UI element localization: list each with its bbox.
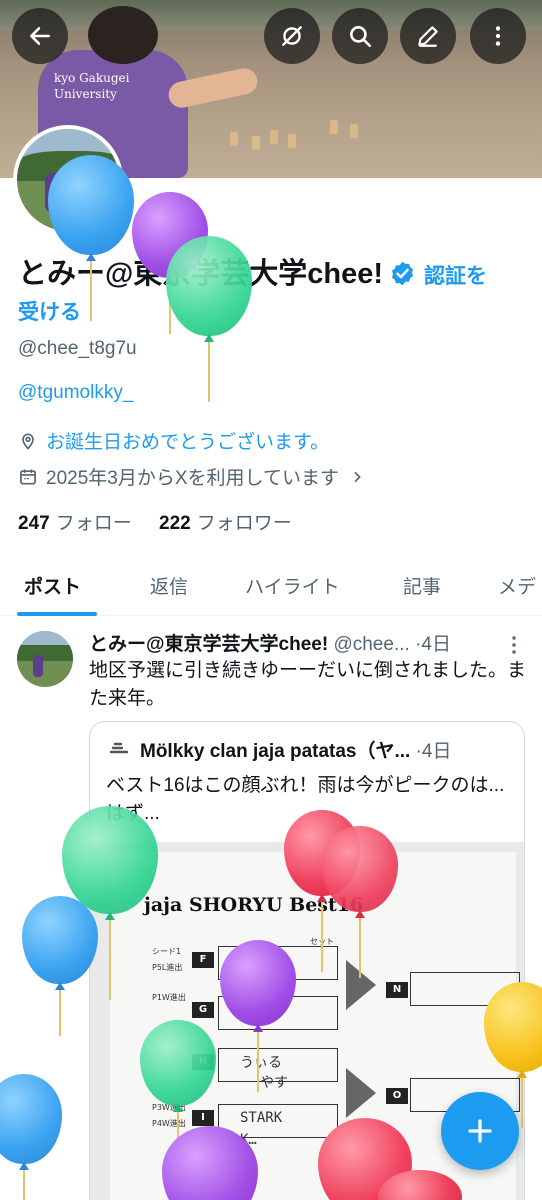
- handwritten-name: やす: [260, 1075, 288, 1091]
- post-author-avatar[interactable]: [17, 631, 73, 687]
- post-time[interactable]: ·4日: [415, 634, 451, 655]
- followers-count: 222: [159, 513, 191, 534]
- arrow-left-icon: [30, 27, 50, 45]
- quote-author-avatar[interactable]: [106, 736, 132, 762]
- joined-row[interactable]: 2025年3月からXを利用しています: [18, 463, 373, 490]
- following-label: フォロー: [55, 513, 132, 534]
- compose-post-button[interactable]: [441, 1092, 519, 1170]
- profile-name-block: とみー@東京学芸大学chee!認証を 受ける: [18, 253, 528, 331]
- banner-molkky-pin: [270, 130, 278, 144]
- search-button[interactable]: [332, 8, 388, 64]
- post-text: 地区予選に引き続きゆーーだいに倒されました。また来年。: [89, 660, 527, 709]
- followers-link[interactable]: 222 フォロワー: [159, 513, 292, 534]
- banner-molkky-pin: [252, 136, 260, 150]
- handwritten-name: うぃる: [240, 1055, 282, 1071]
- profile-handle: @chee_t8g7u: [18, 338, 137, 359]
- bio-mention-link[interactable]: @tgumolkky_: [18, 382, 133, 404]
- banner-shirt-text-1: kyo Gakugei: [54, 71, 130, 85]
- seed-label: シード1: [152, 947, 182, 956]
- edit-profile-button[interactable]: [400, 8, 456, 64]
- banner-molkky-pin: [330, 120, 338, 134]
- post-author-name[interactable]: とみー@東京学芸大学chee!: [89, 634, 328, 655]
- get-verified-link-cont[interactable]: 受ける: [18, 301, 81, 324]
- grok-button[interactable]: [264, 8, 320, 64]
- tab-articles[interactable]: 記事: [403, 572, 441, 599]
- grok-icon: [282, 26, 302, 46]
- follow-stats: 247 フォロー 222 フォロワー: [18, 508, 292, 535]
- result-tag: N: [386, 982, 408, 998]
- seed-tag: F: [192, 952, 214, 968]
- seed-tag: G: [192, 1002, 214, 1018]
- back-button[interactable]: [12, 8, 68, 64]
- banner-molkky-pin: [230, 132, 238, 146]
- calendar-icon: [20, 469, 36, 484]
- birthday-text[interactable]: お誕生日おめでとうございます。: [46, 427, 329, 454]
- search-icon: [350, 26, 372, 48]
- result-tag: O: [386, 1088, 408, 1104]
- advance-label: P4W進出: [152, 1119, 186, 1128]
- bracket-title: jaja SHORYU Best16: [144, 894, 364, 916]
- more-vertical-icon: [495, 26, 501, 46]
- get-verified-link[interactable]: 認証を: [424, 265, 487, 288]
- advance-label: P1W進出: [152, 993, 186, 1002]
- handwritten-name: STARK: [240, 1110, 283, 1126]
- tab-media[interactable]: メデ: [498, 572, 536, 599]
- following-link[interactable]: 247 フォロー: [18, 513, 132, 534]
- quote-header: Mölkky clan jaja patatas（ヤ... ·4日: [106, 736, 452, 763]
- active-tab-indicator: [17, 612, 97, 616]
- following-count: 247: [18, 513, 50, 534]
- post-more-icon[interactable]: [506, 635, 522, 655]
- verified-badge-icon: [391, 261, 414, 286]
- tab-replies[interactable]: 返信: [150, 572, 188, 599]
- banner-shirt-text-2: University: [54, 87, 117, 101]
- banner-molkky-pin: [288, 134, 296, 148]
- edit-icon: [418, 26, 438, 47]
- tab-highlights[interactable]: ハイライト: [245, 572, 340, 599]
- advance-label: P5L進出: [152, 963, 183, 972]
- joined-text: 2025年3月からXを利用しています: [46, 468, 339, 489]
- bracket-arrow: [346, 1068, 376, 1118]
- quote-author-name: Mölkky clan jaja patatas（ヤ...: [140, 741, 411, 762]
- more-options-button[interactable]: [470, 8, 526, 64]
- location-pin-icon: [22, 433, 34, 450]
- plus-icon: [468, 1119, 492, 1143]
- seed-tag: I: [192, 1110, 214, 1126]
- tab-posts[interactable]: ポスト: [24, 572, 81, 599]
- chevron-right-icon: [354, 471, 361, 482]
- post-author-handle[interactable]: @chee...: [333, 634, 409, 655]
- post-header: とみー@東京学芸大学chee! @chee... ·4日: [89, 629, 451, 656]
- profile-tabs: ポスト 返信 ハイライト 記事 メデ: [0, 560, 542, 616]
- birthday-row: お誕生日おめでとうございます。: [18, 427, 329, 454]
- followers-label: フォロワー: [196, 513, 292, 534]
- bracket-arrow: [346, 960, 376, 1010]
- banner-molkky-pin: [350, 124, 358, 138]
- quote-time: ·4日: [415, 741, 452, 762]
